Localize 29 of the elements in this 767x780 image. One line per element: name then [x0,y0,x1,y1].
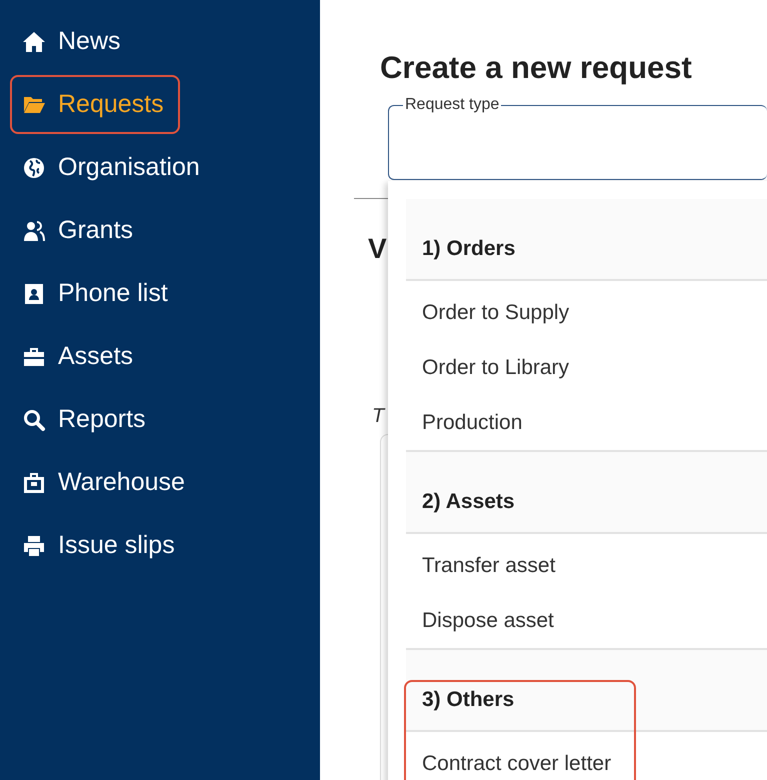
warehouse-icon [22,470,46,494]
menu-option[interactable]: Contract cover letter [406,736,767,780]
sidebar-item[interactable]: Assets [10,327,150,386]
section-heading: V [368,233,387,265]
sidebar-item[interactable]: Grants [10,201,150,260]
users-icon [22,218,46,242]
contact-icon [22,282,46,306]
printer-icon [22,534,46,558]
menu-option[interactable]: Dispose asset [406,593,767,648]
group-header: 1) Orders [406,199,767,281]
menu-option[interactable]: Order to Library [406,340,767,395]
globe-icon [22,156,46,180]
search-icon [22,408,46,432]
caption-text: T [372,405,384,428]
sidebar-item[interactable]: Organisation [10,138,216,197]
sidebar-item[interactable]: Reports [10,390,162,449]
request-type-field[interactable]: Request type [388,96,767,180]
group-header: 3) Others [406,650,767,732]
sidebar-item[interactable]: News [10,12,137,71]
sidebar-item[interactable]: Phone list [10,264,184,323]
page-title: Create a new request [380,49,693,87]
sidebar-item[interactable]: Requests [10,75,180,134]
home-icon [22,30,46,54]
group-header: 2) Assets [406,452,767,534]
menu-option[interactable]: Transfer asset [406,538,767,593]
sidebar-item[interactable]: Issue slips [10,516,191,575]
menu-option[interactable]: Production [406,395,767,450]
menu-option[interactable]: Order to Supply [406,285,767,340]
sidebar-item[interactable]: Warehouse [10,453,201,512]
